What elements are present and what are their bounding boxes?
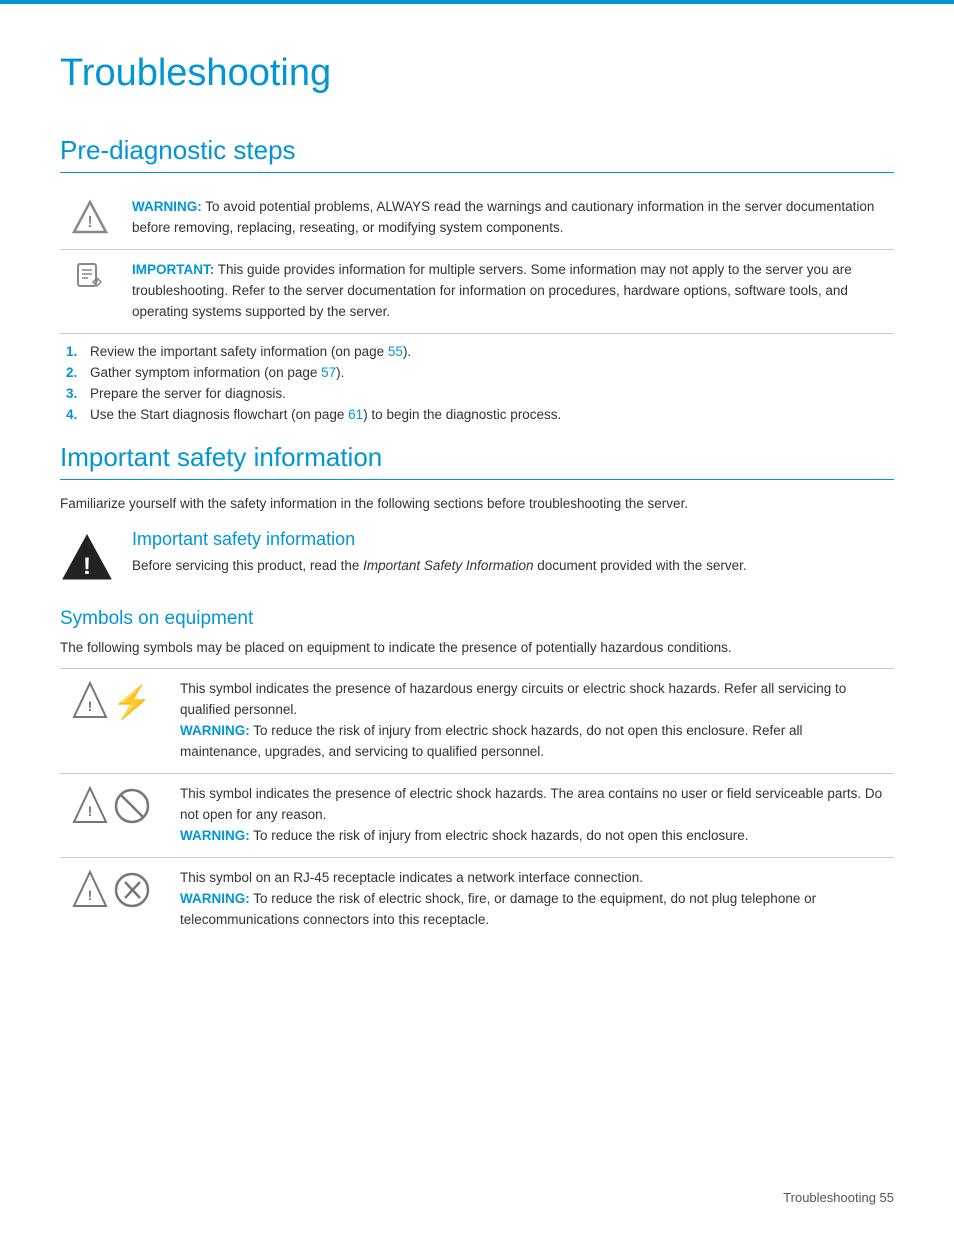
important-label: IMPORTANT: [132,262,214,277]
symbol-row-1: ! ⚡ This symbol indicates the presence o… [60,669,894,774]
step-2-link[interactable]: 57 [321,365,336,380]
important-safety-title: Important safety information [60,442,894,480]
symbol-svg-2: ! [70,784,160,828]
page-title: Troubleshooting [60,52,894,105]
warning-label: WARNING: [132,199,202,214]
step-3-text: Prepare the server for diagnosis. [90,386,286,401]
symbol-row-2: ! This symbol indicates the presence of … [60,774,894,858]
important-safety-section: Important safety information Familiarize… [60,442,894,941]
step-4-text: Use the Start diagnosis flowchart (on pa… [90,407,348,422]
symbols-intro: The following symbols may be placed on e… [60,638,894,659]
step-2-suffix: ). [336,365,344,380]
important-safety-box-text: Before servicing this product, read the … [132,556,747,577]
svg-text:!: ! [87,214,92,231]
big-warning-icon: ! [60,531,114,592]
symbol-text-2: This symbol indicates the presence of el… [170,774,894,858]
symbol-icons-3: ! [60,857,170,940]
step-1-text: Review the important safety information … [90,344,388,359]
notices-table: ! WARNING: To avoid potential problems, … [60,187,894,334]
top-border [0,0,954,4]
prediagnostic-title: Pre-diagnostic steps [60,135,894,173]
symbol-icons-2: ! [60,774,170,858]
step-3: Prepare the server for diagnosis. [90,386,894,401]
symbol-row-3: ! This symbol on an RJ-45 receptacle ind… [60,857,894,940]
warning-text-cell: WARNING: To avoid potential problems, AL… [120,187,894,249]
important-safety-box: ! Important safety information Before se… [60,529,894,592]
svg-text:!: ! [88,803,93,819]
warning-icon-cell: ! [60,187,120,249]
important-row: IMPORTANT: This guide provides informati… [60,249,894,333]
svg-text:!: ! [88,698,93,714]
important-safety-box-title: Important safety information [132,529,747,550]
step-4-suffix: ) to begin the diagnostic process. [363,407,561,422]
warning-row: ! WARNING: To avoid potential problems, … [60,187,894,249]
warning-text-3: To reduce the risk of electric shock, fi… [180,891,816,927]
prediagnostic-steps-list: Review the important safety information … [90,344,894,422]
important-safety-box-content: Important safety information Before serv… [132,529,747,577]
important-text-cell: IMPORTANT: This guide provides informati… [120,249,894,333]
important-note-icon [75,262,105,292]
symbol-svg-1: ! ⚡ [70,679,160,723]
symbols-table: ! ⚡ This symbol indicates the presence o… [60,668,894,940]
important-icon-cell [60,249,120,333]
warning-label-1: WARNING: [180,723,250,738]
warning-triangle-icon: ! [72,199,108,235]
symbol-svg-3: ! [70,868,160,912]
symbols-title: Symbols on equipment [60,608,894,630]
step-1-suffix: ). [403,344,411,359]
step-4-link[interactable]: 61 [348,407,363,422]
step-2-text: Gather symptom information (on page [90,365,321,380]
warning-label-2: WARNING: [180,828,250,843]
step-1-link[interactable]: 55 [388,344,403,359]
prediagnostic-section: Pre-diagnostic steps ! WARNING: To avoid… [60,135,894,422]
step-2: Gather symptom information (on page 57). [90,365,894,380]
symbol-text-3: This symbol on an RJ-45 receptacle indic… [170,857,894,940]
svg-text:!: ! [88,887,93,903]
symbol-icons-1: ! ⚡ [60,669,170,774]
step-1: Review the important safety information … [90,344,894,359]
svg-text:⚡: ⚡ [112,684,152,721]
important-text: This guide provides information for mult… [132,262,852,319]
svg-text:!: ! [83,553,91,580]
warning-text-1: To reduce the risk of injury from electr… [180,723,803,759]
page-content: Troubleshooting Pre-diagnostic steps ! W… [0,22,954,1021]
page-footer: Troubleshooting 55 [783,1190,894,1205]
step-4: Use the Start diagnosis flowchart (on pa… [90,407,894,422]
warning-text-2: To reduce the risk of injury from electr… [253,828,748,843]
warning-text: To avoid potential problems, ALWAYS read… [132,199,874,235]
symbol-text-1: This symbol indicates the presence of ha… [170,669,894,774]
warning-label-3: WARNING: [180,891,250,906]
important-safety-intro: Familiarize yourself with the safety inf… [60,494,894,515]
